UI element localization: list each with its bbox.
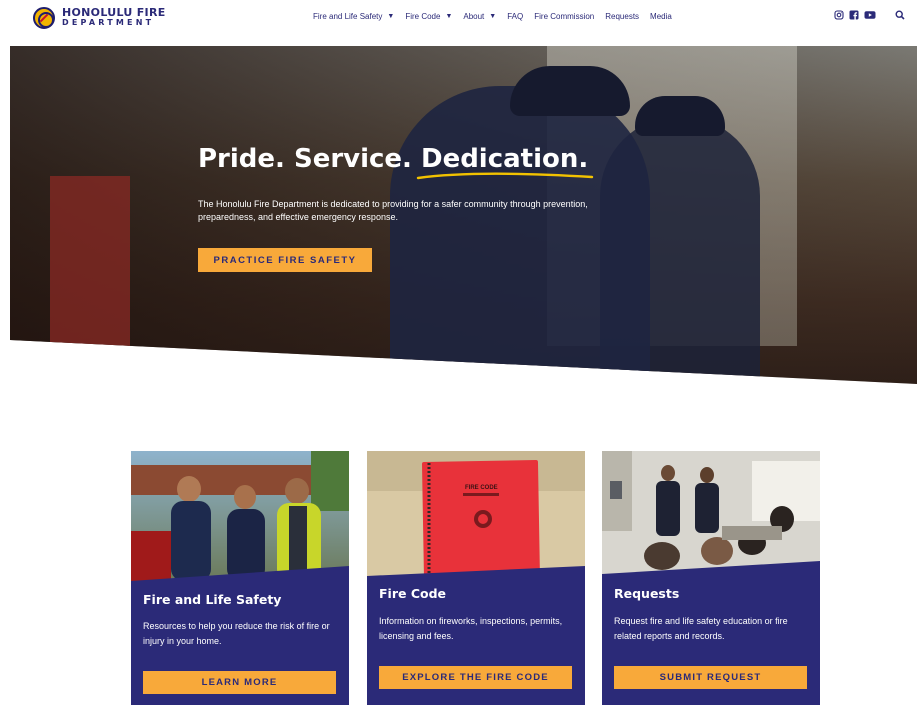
practice-fire-safety-button[interactable]: PRACTICE FIRE SAFETY (198, 248, 372, 272)
nav-item-media[interactable]: Media (650, 12, 672, 21)
card-slant (602, 561, 820, 586)
hero-photo-firefighter-1 (390, 86, 650, 384)
hero-subtitle: The Honolulu Fire Department is dedicate… (198, 199, 588, 222)
hfd-seal-icon (33, 7, 55, 29)
nav-label: About (463, 12, 485, 21)
chevron-down-icon: ▼ (387, 13, 395, 20)
card-image-firefighters (131, 451, 349, 581)
site-logo[interactable]: HONOLULU FIRE DEPARTMENT (33, 7, 166, 29)
main-nav: Fire and Life Safety ▼ Fire Code ▼ About ▼ … (313, 12, 683, 21)
card-fire-and-life-safety: Fire and Life Safety Resources to help y… (131, 451, 349, 705)
submit-request-button[interactable]: SUBMIT REQUEST (614, 666, 807, 689)
nav-label: Fire Code (405, 12, 441, 21)
nav-item-faq[interactable]: FAQ (507, 12, 523, 21)
explore-fire-code-button[interactable]: EXPLORE THE FIRE CODE (379, 666, 572, 689)
card-text: Resources to help you reduce the risk of… (143, 621, 330, 646)
hero-photo-cap-2 (635, 96, 725, 136)
logo-line2: DEPARTMENT (62, 18, 155, 27)
card-requests: Requests Request fire and life safety ed… (602, 451, 820, 705)
chevron-down-icon: ▼ (489, 13, 497, 20)
card-title: Fire Code (379, 586, 447, 601)
hero-photo-truck (50, 176, 130, 384)
hero-title-underline (416, 172, 594, 180)
nav-label: FAQ (507, 12, 524, 21)
chevron-down-icon: ▼ (445, 13, 453, 20)
hero-title-part1: Pride. Service. (198, 144, 421, 174)
site-header: HONOLULU FIRE DEPARTMENT Fire and Life S… (0, 0, 917, 36)
card-image-classroom (602, 451, 820, 576)
nav-item-requests[interactable]: Requests (605, 12, 639, 21)
logo-line1: HONOLULU FIRE (62, 6, 166, 19)
nav-item-fire-code[interactable]: Fire Code ▼ (405, 12, 452, 21)
card-text: Request fire and life safety education o… (614, 616, 788, 641)
nav-label: Fire and Life Safety (313, 12, 383, 21)
nav-item-fire-and-life-safety[interactable]: Fire and Life Safety ▼ (313, 12, 394, 21)
social-links (834, 10, 876, 20)
search-icon[interactable] (895, 10, 905, 20)
nav-item-fire-commission[interactable]: Fire Commission (534, 12, 594, 21)
hero-photo-cap-1 (510, 66, 630, 116)
card-image-fire-code-book: FIRE CODE (367, 451, 585, 581)
card-title: Requests (614, 586, 680, 601)
nav-label: Fire Commission (534, 12, 595, 21)
facebook-icon[interactable] (849, 10, 859, 20)
nav-item-about[interactable]: About ▼ (463, 12, 496, 21)
learn-more-button[interactable]: LEARN MORE (143, 671, 336, 694)
youtube-icon[interactable] (864, 10, 876, 20)
card-text: Information on fireworks, inspections, p… (379, 616, 563, 641)
card-title: Fire and Life Safety (143, 592, 282, 607)
instagram-icon[interactable] (834, 10, 844, 20)
nav-label: Media (650, 12, 672, 21)
card-fire-code: FIRE CODE Fire Code Information on firew… (367, 451, 585, 705)
fire-code-book-text: FIRE CODE (465, 485, 498, 491)
logo-text: HONOLULU FIRE DEPARTMENT (62, 6, 166, 28)
nav-label: Requests (605, 12, 640, 21)
